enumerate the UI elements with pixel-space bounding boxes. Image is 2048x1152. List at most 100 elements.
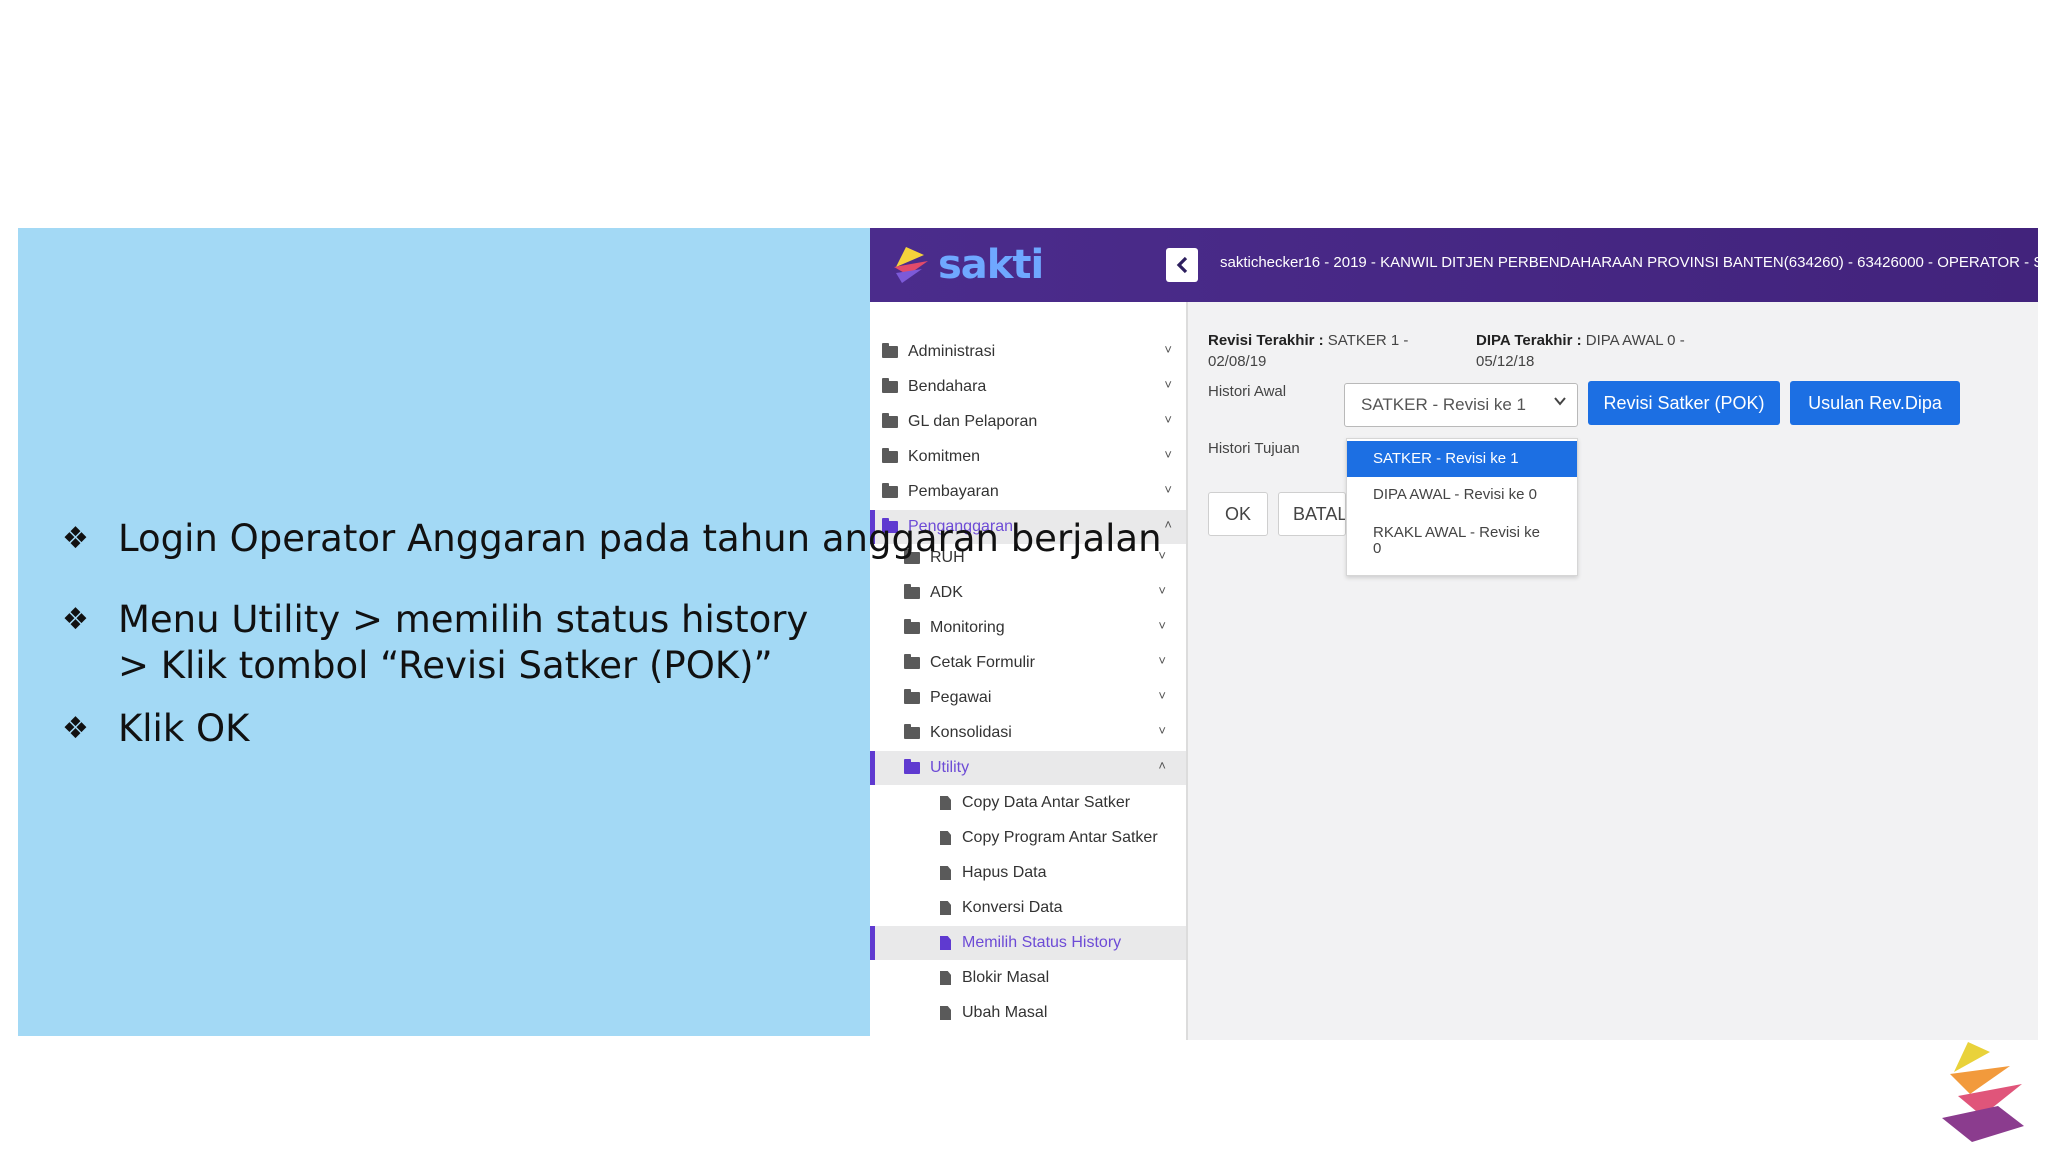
sidebar-item-hapus-data[interactable]: Hapus Data	[870, 856, 1186, 890]
folder-icon	[882, 413, 898, 428]
chevron-down-icon: ˅	[1164, 342, 1172, 357]
sidebar-item-label: Pegawai	[930, 689, 992, 706]
histori-tujuan-label: Histori Tujuan	[1208, 440, 1300, 457]
sidebar-menu: Administrasi ˅ Bendahara ˅ GL dan Pelapora…	[870, 302, 1188, 1040]
document-icon	[940, 901, 951, 915]
revisi-satker-pok-button[interactable]: Revisi Satker (POK)	[1588, 381, 1780, 425]
sidebar-item-memilih-status-history[interactable]: Memilih Status History	[870, 926, 1186, 960]
sidebar-item-label: Monitoring	[930, 619, 1005, 636]
dropdown-option-rkakl-awal-revisi-0[interactable]: RKAKL AWAL - Revisi ke 0	[1347, 525, 1577, 557]
sidebar-item-label: ADK	[930, 584, 963, 601]
sidebar-item-label: GL dan Pelaporan	[908, 413, 1038, 430]
dropdown-option-satker-revisi-1[interactable]: SATKER - Revisi ke 1	[1347, 441, 1577, 477]
folder-icon	[882, 448, 898, 463]
sidebar-item-label: Memilih Status History	[962, 934, 1122, 951]
sidebar-item-label: Copy Data Antar Satker	[962, 794, 1131, 811]
sidebar-item-pegawai[interactable]: Pegawai ˅	[870, 681, 1186, 715]
document-icon	[940, 831, 951, 845]
chevron-down-icon: ˅	[1164, 377, 1172, 392]
folder-icon	[904, 724, 920, 739]
app-header: sakti saktichecker16 - 2019 - KANWIL DIT…	[870, 228, 2038, 302]
ok-button[interactable]: OK	[1208, 492, 1268, 536]
bullet-text: > Klik tombol “Revisi Satker (POK)”	[118, 644, 773, 687]
folder-icon	[904, 759, 920, 774]
chevron-down-icon: ˅	[1158, 653, 1166, 668]
bullet-text: Menu Utility > memilih status history	[118, 598, 809, 641]
document-icon	[940, 796, 951, 810]
sidebar-item-label: Bendahara	[908, 378, 987, 395]
app-screenshot: sakti saktichecker16 - 2019 - KANWIL DIT…	[870, 228, 2038, 1040]
histori-awal-dropdown-list: SATKER - Revisi ke 1 DIPA AWAL - Revisi …	[1346, 438, 1578, 576]
sidebar-item-pembayaran[interactable]: Pembayaran ˅	[870, 475, 1186, 509]
sidebar-item-konversi-data[interactable]: Konversi Data	[870, 891, 1186, 925]
folder-icon	[904, 619, 920, 634]
chevron-down-icon: ˅	[1164, 412, 1172, 427]
sidebar-item-label: Konversi Data	[962, 899, 1063, 916]
sidebar-item-label: Konsolidasi	[930, 724, 1012, 741]
sidebar-item-blokir-masal[interactable]: Blokir Masal	[870, 961, 1186, 995]
chevron-down-icon	[1553, 394, 1567, 411]
sidebar-item-label: Pembayaran	[908, 483, 999, 500]
folder-icon	[882, 483, 898, 498]
chevron-down-icon: ˅	[1158, 688, 1166, 703]
collapse-sidebar-button[interactable]	[1166, 248, 1198, 282]
revisi-terakhir-info: Revisi Terakhir : SATKER 1 -	[1208, 332, 1408, 349]
folder-icon	[904, 689, 920, 704]
sidebar-item-label: Administrasi	[908, 343, 996, 360]
dropdown-option-dipa-awal-revisi-0[interactable]: DIPA AWAL - Revisi ke 0	[1347, 487, 1577, 503]
bullet-text: Login Operator Anggaran pada tahun angga…	[118, 517, 1162, 560]
bullet-text: Klik OK	[118, 707, 250, 750]
sidebar-item-monitoring[interactable]: Monitoring ˅	[870, 611, 1186, 645]
document-icon	[940, 971, 951, 985]
histori-awal-selected-value: SATKER - Revisi ke 1	[1361, 395, 1527, 414]
document-icon	[940, 936, 951, 950]
sidebar-item-label: Utility	[930, 759, 970, 776]
document-icon	[940, 1006, 951, 1020]
sidebar-item-ubah-masal[interactable]: Ubah Masal	[870, 996, 1186, 1030]
four-diamond-bullet-icon: ❖	[62, 521, 89, 556]
chevron-down-icon: ˅	[1158, 583, 1166, 598]
dropdown-option-line: 0	[1373, 540, 1382, 557]
sidebar-item-gl-dan-pelaporan[interactable]: GL dan Pelaporan ˅	[870, 405, 1186, 439]
revisi-terakhir-date: 02/08/19	[1208, 353, 1267, 370]
histori-awal-label: Histori Awal	[1208, 383, 1287, 400]
sidebar-item-komitmen[interactable]: Komitmen ˅	[870, 440, 1186, 474]
sidebar-item-copy-data-antar-satker[interactable]: Copy Data Antar Satker	[870, 786, 1186, 820]
folder-icon	[882, 343, 898, 358]
logo-text: sakti	[938, 242, 1044, 288]
histori-awal-select[interactable]: SATKER - Revisi ke 1	[1344, 383, 1578, 427]
usulan-rev-dipa-button[interactable]: Usulan Rev.Dipa	[1790, 381, 1960, 425]
sidebar-item-bendahara[interactable]: Bendahara ˅	[870, 370, 1186, 404]
sidebar-item-label: Komitmen	[908, 448, 981, 465]
sakti-logo: sakti	[888, 240, 1044, 290]
chevron-left-icon	[1176, 256, 1188, 274]
dipa-terakhir-info: DIPA Terakhir : DIPA AWAL 0 -	[1476, 332, 1685, 349]
sidebar-item-copy-program-antar-satker[interactable]: Copy Program Antar Satker	[870, 821, 1186, 855]
chevron-down-icon: ˅	[1158, 618, 1166, 633]
four-diamond-bullet-icon: ❖	[62, 711, 89, 746]
sakti-logo-icon	[894, 247, 928, 283]
chevron-up-icon: ˄	[1158, 758, 1166, 773]
batal-button[interactable]: BATAL	[1278, 492, 1346, 536]
slide: sakti saktichecker16 - 2019 - KANWIL DIT…	[0, 0, 2048, 1152]
dipa-terakhir-label: DIPA Terakhir :	[1476, 332, 1582, 349]
sidebar-item-konsolidasi[interactable]: Konsolidasi ˅	[870, 716, 1186, 750]
sidebar-item-utility[interactable]: Utility ˄	[870, 751, 1186, 785]
chevron-down-icon: ˅	[1164, 482, 1172, 497]
user-session-info: saktichecker16 - 2019 - KANWIL DITJEN PE…	[1220, 254, 2038, 271]
sidebar-item-cetak-formulir[interactable]: Cetak Formulir ˅	[870, 646, 1186, 680]
four-diamond-bullet-icon: ❖	[62, 602, 89, 637]
document-icon	[940, 866, 951, 880]
folder-icon	[904, 584, 920, 599]
sidebar-item-adk[interactable]: ADK ˅	[870, 576, 1186, 610]
dipa-terakhir-date: 05/12/18	[1476, 353, 1535, 370]
dropdown-option-line: RKAKL AWAL - Revisi ke	[1373, 524, 1540, 541]
chevron-down-icon: ˅	[1164, 447, 1172, 462]
revisi-terakhir-label: Revisi Terakhir :	[1208, 332, 1324, 349]
sidebar-item-label: Copy Program Antar Satker	[962, 829, 1158, 846]
dipa-terakhir-value: DIPA AWAL 0 -	[1585, 332, 1685, 349]
sidebar-item-label: Cetak Formulir	[930, 654, 1035, 671]
sidebar-item-label: Hapus Data	[962, 864, 1047, 881]
corner-logo-icon	[1942, 1042, 2024, 1142]
sidebar-item-administrasi[interactable]: Administrasi ˅	[870, 335, 1186, 369]
